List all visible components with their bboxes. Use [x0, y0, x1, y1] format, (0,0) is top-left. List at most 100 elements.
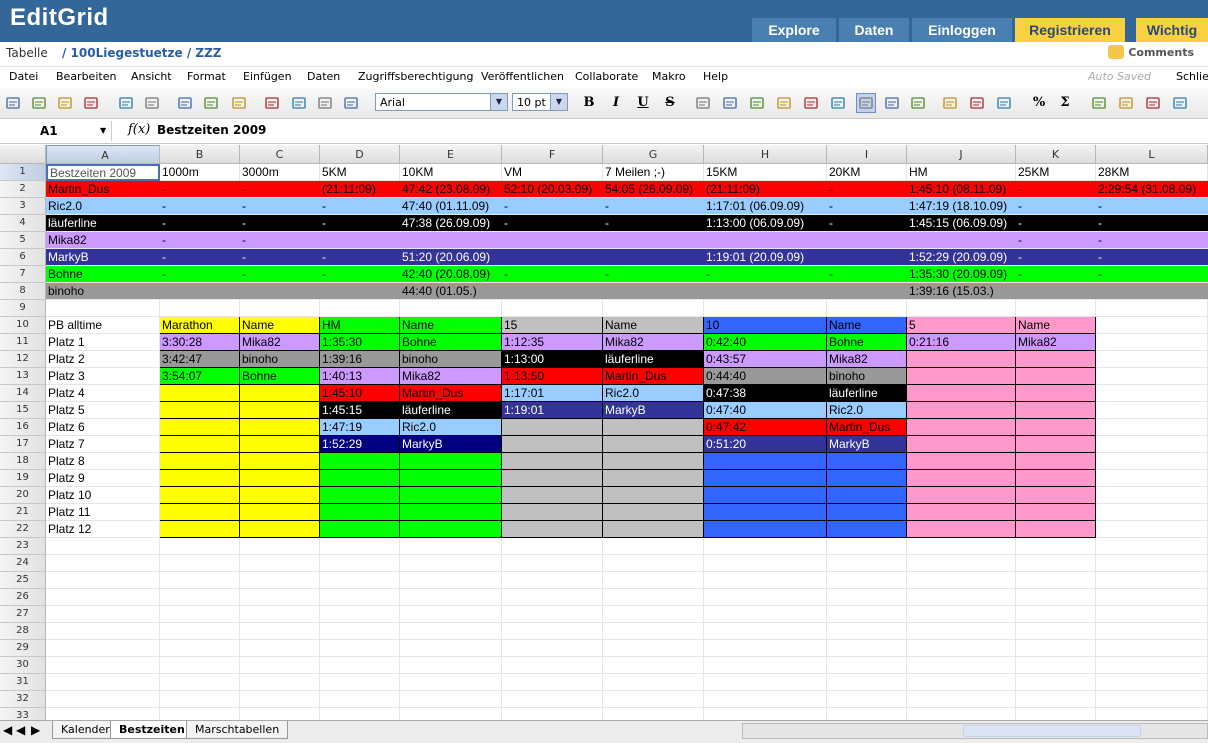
- grid-cell[interactable]: [240, 283, 320, 300]
- row-header[interactable]: 21: [0, 504, 46, 521]
- chevron-down-icon[interactable]: ▼: [100, 121, 106, 141]
- grid-cell[interactable]: -: [827, 266, 907, 283]
- column-header[interactable]: J: [907, 145, 1016, 164]
- grid-cell[interactable]: 3:30:28: [160, 334, 240, 351]
- delete-row-icon[interactable]: [1117, 94, 1135, 112]
- grid-cell[interactable]: Name: [240, 317, 320, 334]
- comments-button[interactable]: Comments: [1128, 46, 1194, 59]
- grid-cell[interactable]: 1:45:10 (08.11.09): [907, 181, 1016, 198]
- column-header[interactable]: K: [1016, 145, 1096, 164]
- cut-icon[interactable]: [4, 94, 22, 112]
- grid-cell[interactable]: [907, 572, 1016, 589]
- menu-veroeffentlichen[interactable]: Veröffentlichen: [481, 70, 564, 83]
- find-icon[interactable]: [176, 94, 194, 112]
- bold-icon[interactable]: B: [580, 94, 598, 112]
- grid-cell[interactable]: [1016, 521, 1096, 538]
- delete-column-icon[interactable]: [1171, 94, 1189, 112]
- grid-cell[interactable]: [827, 674, 907, 691]
- grid-cell[interactable]: [502, 589, 603, 606]
- column-header[interactable]: B: [160, 145, 240, 164]
- grid-cell[interactable]: [240, 708, 320, 720]
- grid-cell[interactable]: [320, 572, 400, 589]
- grid-cell[interactable]: [400, 691, 502, 708]
- grid-cell[interactable]: MarkyB: [827, 436, 907, 453]
- grid-cell[interactable]: 1:45:15 (06.09.09): [907, 215, 1016, 232]
- fill-color-icon[interactable]: [968, 94, 986, 112]
- grid-cell[interactable]: Bohne: [240, 368, 320, 385]
- grid-cell[interactable]: [240, 657, 320, 674]
- grid-cell[interactable]: [46, 572, 160, 589]
- grid-cell[interactable]: [827, 521, 907, 538]
- grid-cell[interactable]: Marathon: [160, 317, 240, 334]
- grid-cell[interactable]: [240, 538, 320, 555]
- grid-cell[interactable]: Platz 12: [46, 521, 160, 538]
- grid-cell[interactable]: [907, 402, 1016, 419]
- nav-explore[interactable]: Explore: [752, 18, 836, 42]
- grid-cell[interactable]: -: [1096, 215, 1208, 232]
- grid-cell[interactable]: [400, 453, 502, 470]
- prev-sheet-icon[interactable]: ◀: [16, 723, 25, 737]
- grid-cell[interactable]: [160, 402, 240, 419]
- grid-cell[interactable]: [240, 555, 320, 572]
- grid-cell[interactable]: 1:13:50: [502, 368, 603, 385]
- insert-row-icon[interactable]: [1090, 94, 1108, 112]
- grid-cell[interactable]: [827, 487, 907, 504]
- grid-cell[interactable]: Bohne: [827, 334, 907, 351]
- valign-bottom-icon[interactable]: [856, 93, 876, 113]
- menu-einfuegen[interactable]: Einfügen: [243, 70, 292, 83]
- grid-cell[interactable]: [1016, 589, 1096, 606]
- grid-cell[interactable]: [400, 521, 502, 538]
- grid-cell[interactable]: [907, 521, 1016, 538]
- grid-cell[interactable]: [320, 232, 400, 249]
- grid-cell[interactable]: 3:54:07: [160, 368, 240, 385]
- row-header[interactable]: 7: [0, 266, 46, 283]
- grid-cell[interactable]: -: [502, 266, 603, 283]
- underline-icon[interactable]: U: [634, 94, 652, 112]
- next-sheet-icon[interactable]: ▶: [31, 723, 40, 737]
- grid-cell[interactable]: [1096, 504, 1208, 521]
- grid-cell[interactable]: -: [240, 198, 320, 215]
- grid-cell[interactable]: [1016, 555, 1096, 572]
- row-header[interactable]: 13: [0, 368, 46, 385]
- grid-cell[interactable]: [704, 640, 827, 657]
- grid-cell[interactable]: [240, 606, 320, 623]
- grid-cell[interactable]: 5: [907, 317, 1016, 334]
- grid-cell[interactable]: Name: [400, 317, 502, 334]
- formula-input[interactable]: Bestzeiten 2009: [157, 123, 266, 137]
- grid-cell[interactable]: [320, 640, 400, 657]
- justify-icon[interactable]: [775, 94, 793, 112]
- grid-cell[interactable]: [907, 708, 1016, 720]
- grid-cell[interactable]: [502, 606, 603, 623]
- grid-cell[interactable]: 1:47:19: [320, 419, 400, 436]
- undo-icon[interactable]: [117, 94, 135, 112]
- grid-cell[interactable]: [502, 453, 603, 470]
- grid-cell[interactable]: [603, 555, 704, 572]
- grid-cell[interactable]: [240, 589, 320, 606]
- grid-cell[interactable]: [1096, 589, 1208, 606]
- grid-cell[interactable]: -: [603, 215, 704, 232]
- grid-cell[interactable]: Platz 8: [46, 453, 160, 470]
- grid-cell[interactable]: 0:44:40: [704, 368, 827, 385]
- grid-cell[interactable]: -: [1096, 249, 1208, 266]
- grid-cell[interactable]: [400, 470, 502, 487]
- menu-format[interactable]: Format: [187, 70, 226, 83]
- grid-cell[interactable]: [320, 589, 400, 606]
- grid-cell[interactable]: [160, 674, 240, 691]
- grid-cell[interactable]: [240, 691, 320, 708]
- grid-cell[interactable]: [400, 487, 502, 504]
- grid-cell[interactable]: [1096, 334, 1208, 351]
- grid-cell[interactable]: binoho: [400, 351, 502, 368]
- row-header[interactable]: 12: [0, 351, 46, 368]
- grid-cell[interactable]: -: [240, 215, 320, 232]
- grid-cell[interactable]: [502, 470, 603, 487]
- grid-cell[interactable]: Platz 11: [46, 504, 160, 521]
- grid-cell[interactable]: MarkyB: [400, 436, 502, 453]
- grid-cell[interactable]: -: [827, 215, 907, 232]
- grid-cell[interactable]: [400, 708, 502, 720]
- grid-cell[interactable]: [827, 572, 907, 589]
- refresh-icon[interactable]: [290, 94, 308, 112]
- app-logo[interactable]: EditGrid: [10, 4, 109, 32]
- scrollbar-thumb[interactable]: [963, 725, 1141, 737]
- font-color-icon[interactable]: [995, 94, 1013, 112]
- grid-cell[interactable]: -: [1016, 181, 1096, 198]
